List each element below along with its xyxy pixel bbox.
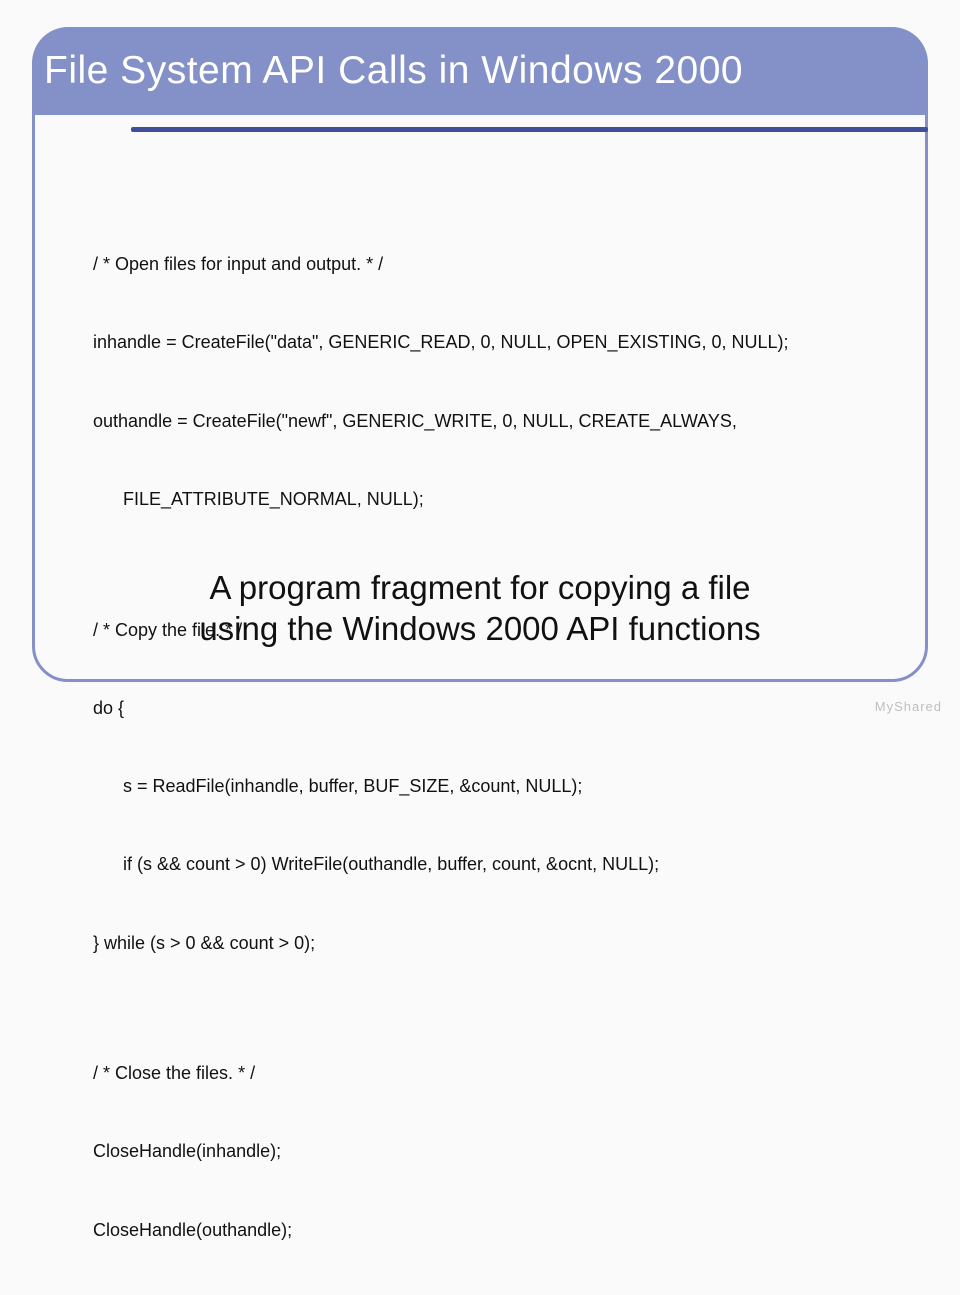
code-line: if (s && count > 0) WriteFile(outhandle,… (93, 851, 901, 877)
code-line: do { (93, 695, 901, 721)
slide-content: / * Open files for input and output. * /… (93, 199, 901, 1295)
caption-line1: A program fragment for copying a file (209, 569, 750, 606)
code-line: outhandle = CreateFile("newf", GENERIC_W… (93, 408, 901, 434)
slide-frame: File System API Calls in Windows 2000 / … (32, 38, 928, 682)
code-line: FILE_ATTRIBUTE_NORMAL, NULL); (93, 486, 901, 512)
code-line: } while (s > 0 && count > 0); (93, 930, 901, 956)
code-line: CloseHandle(outhandle); (93, 1217, 901, 1243)
code-line: CloseHandle(inhandle); (93, 1138, 901, 1164)
code-line: / * Open files for input and output. * / (93, 251, 901, 277)
title-underline (131, 127, 928, 132)
watermark: MyShared (875, 699, 942, 714)
slide-caption: A program fragment for copying a file us… (35, 567, 925, 650)
title-band: File System API Calls in Windows 2000 (32, 27, 928, 115)
slide-title: File System API Calls in Windows 2000 (44, 49, 743, 93)
code-line: inhandle = CreateFile("data", GENERIC_RE… (93, 329, 901, 355)
code-block: / * Open files for input and output. * /… (93, 199, 901, 1295)
code-line: s = ReadFile(inhandle, buffer, BUF_SIZE,… (93, 773, 901, 799)
code-line: / * Close the files. * / (93, 1060, 901, 1086)
caption-line2: using the Windows 2000 API functions (199, 610, 760, 647)
